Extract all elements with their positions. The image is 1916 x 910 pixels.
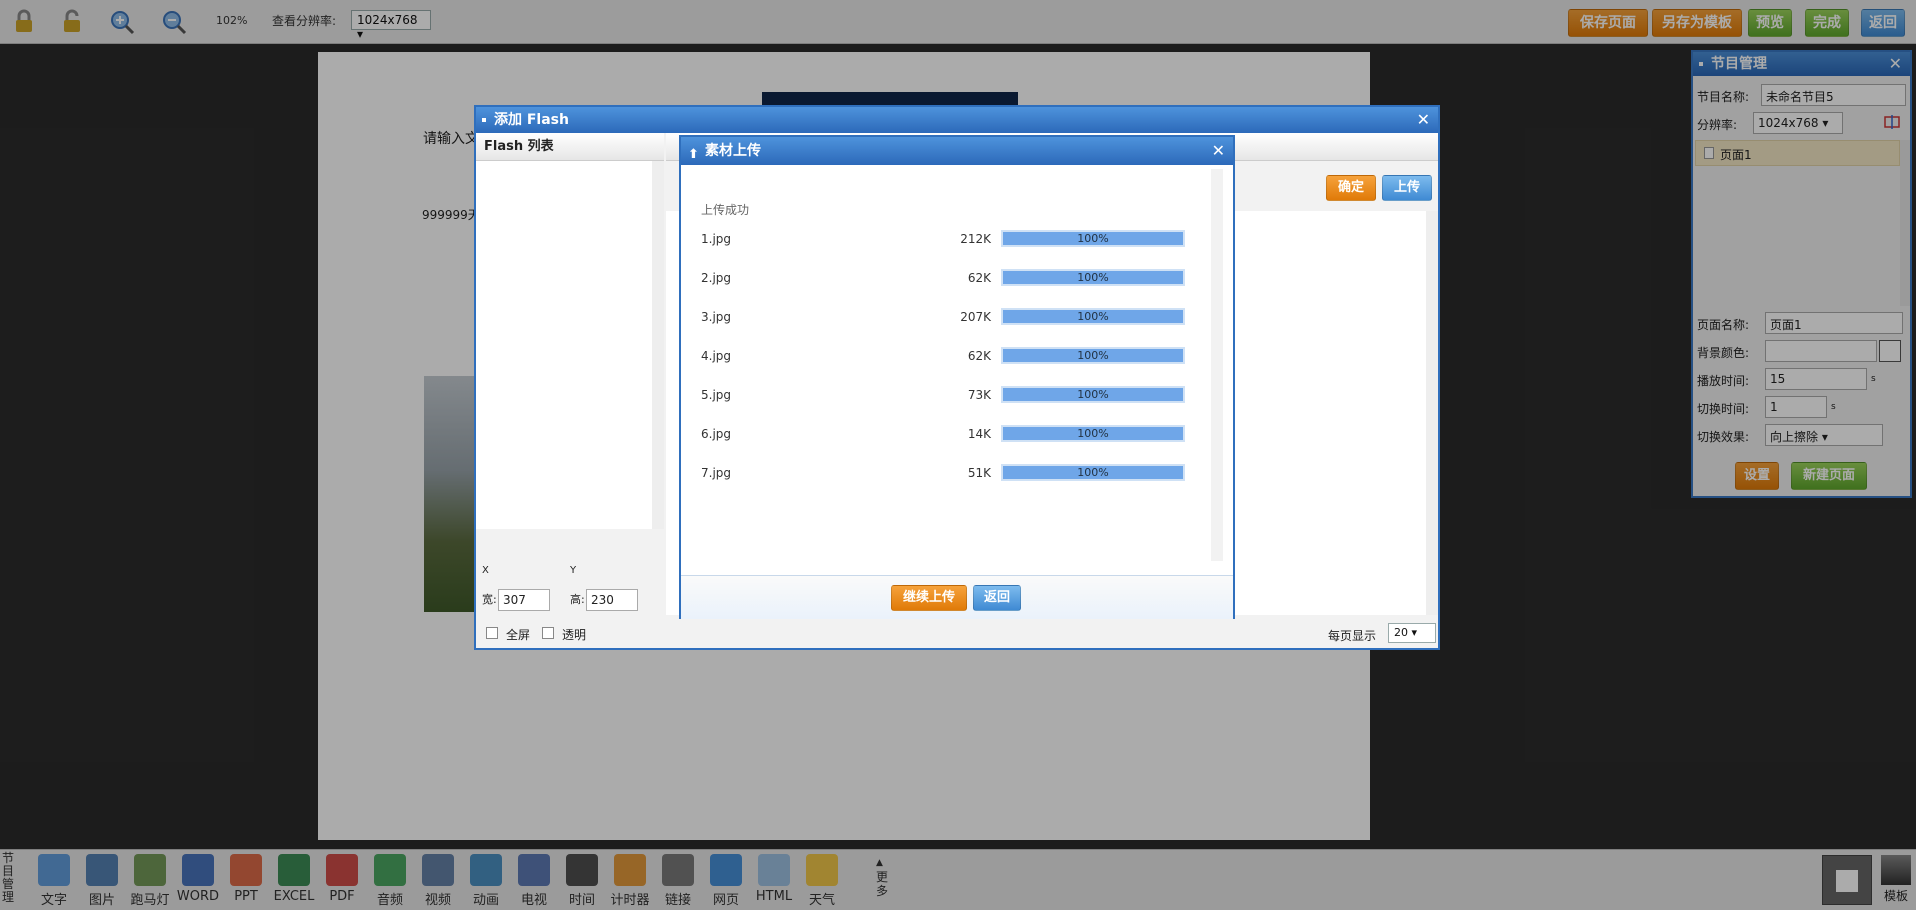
per-page-label: 每页显示 [1328,629,1377,643]
file-size: 62K [967,271,991,285]
file-size: 73K [967,388,991,402]
transparent-label: 透明 [562,628,587,642]
y-label: Y [570,565,577,576]
upload-status: 上传成功 [701,203,750,217]
transparent-checkbox[interactable] [542,627,554,639]
width-label: 宽: [482,593,497,606]
flash-list[interactable] [476,161,664,529]
height-label: 高: [570,593,585,606]
upload-file-row: 7.jpg 51K 100% [701,464,1185,484]
file-size: 212K [960,232,991,246]
file-size: 207K [960,310,991,324]
flash-list-title: Flash 列表 [476,133,664,161]
upload-back-button[interactable]: 返回 [973,585,1021,611]
continue-upload-button[interactable]: 继续上传 [891,585,967,611]
progress-bar: 100% [1001,386,1185,403]
fullscreen-label: 全屏 [506,628,531,642]
file-name: 3.jpg [701,310,732,324]
fullscreen-checkbox[interactable] [486,627,498,639]
flash-grid-scrollbar[interactable] [1426,211,1438,615]
per-page-select[interactable]: 20 ▾ [1388,623,1436,643]
upload-file-row: 1.jpg 212K 100% [701,230,1185,250]
x-label: X [482,565,489,576]
file-size: 14K [967,427,991,441]
file-size: 62K [967,349,991,363]
width-input[interactable]: 307 [498,589,550,611]
file-name: 7.jpg [701,466,732,480]
progress-bar: 100% [1001,464,1185,481]
progress-bar: 100% [1001,347,1185,364]
file-name: 5.jpg [701,388,732,402]
upload-file-row: 3.jpg 207K 100% [701,308,1185,328]
file-name: 6.jpg [701,427,732,441]
per-page-value: 20 [1394,626,1408,639]
upload-title: 素材上传 [705,143,761,159]
progress-bar: 100% [1001,230,1185,247]
progress-bar: 100% [1001,308,1185,325]
upload-dialog: ⬆ 素材上传 ✕ 上传成功 1.jpg 212K 100% 2.jpg 62K 100% 3.j… [679,135,1235,619]
close-icon[interactable]: ✕ [1417,107,1430,133]
file-size: 51K [967,466,991,480]
upload-file-row: 5.jpg 73K 100% [701,386,1185,406]
add-flash-title: 添加 Flash [494,112,569,128]
upload-file-row: 2.jpg 62K 100% [701,269,1185,289]
upload-file-row: 6.jpg 14K 100% [701,425,1185,445]
file-name: 4.jpg [701,349,732,363]
flash-list-scrollbar[interactable] [652,161,664,529]
upload-button[interactable]: 上传 [1382,175,1432,201]
progress-bar: 100% [1001,269,1185,286]
confirm-button[interactable]: 确定 [1326,175,1376,201]
file-name: 2.jpg [701,271,732,285]
height-input[interactable]: 230 [586,589,638,611]
file-name: 1.jpg [701,232,732,246]
upload-icon: ⬆ [688,147,699,162]
upload-file-row: 4.jpg 62K 100% [701,347,1185,367]
progress-bar: 100% [1001,425,1185,442]
upload-scrollbar[interactable] [1211,169,1223,561]
close-icon[interactable]: ✕ [1212,137,1225,165]
